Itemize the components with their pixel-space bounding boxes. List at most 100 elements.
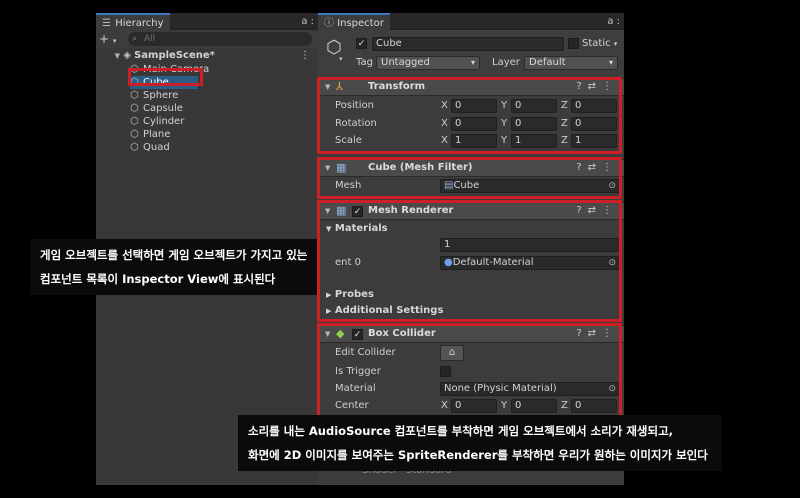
- component-buttons[interactable]: ?⇄⋮: [576, 79, 618, 95]
- center-y-field[interactable]: 0: [511, 399, 557, 413]
- center-z-field[interactable]: 0: [571, 399, 617, 413]
- grid-icon: ▦: [336, 161, 347, 174]
- list-item-label: Quad: [143, 142, 170, 153]
- chevron-down-icon: ▾: [112, 37, 117, 45]
- transform-x-field[interactable]: 0: [451, 117, 497, 131]
- edit-collider-label: Edit Collider: [335, 347, 396, 358]
- transform-z-field[interactable]: 1: [571, 134, 617, 148]
- active-checkbox[interactable]: ✓: [356, 38, 367, 49]
- cube-icon: ⬡: [130, 103, 139, 114]
- tab-hierarchy[interactable]: ☰ Hierarchy: [96, 13, 170, 30]
- hierarchy-search-input[interactable]: ⌕ All: [128, 32, 312, 46]
- cube-icon: ⬡: [130, 129, 139, 140]
- materials-section[interactable]: ▼ Materials: [326, 222, 388, 236]
- object-picker-icon[interactable]: ⊙: [608, 257, 616, 269]
- transform-row-label: Rotation: [335, 118, 377, 129]
- fold-icon[interactable]: ▼: [325, 79, 330, 95]
- materials-size-field[interactable]: 1: [440, 238, 620, 252]
- fold-icon[interactable]: ▼: [325, 203, 330, 219]
- material-icon: ●: [444, 257, 453, 268]
- list-item-label: Plane: [143, 129, 171, 140]
- component-buttons[interactable]: ?⇄⋮: [576, 203, 618, 219]
- box-collider-header[interactable]: ▼ ◆ ✓ Box Collider ?⇄⋮: [318, 325, 624, 343]
- static-checkbox[interactable]: [568, 38, 579, 49]
- transform-z-field[interactable]: 0: [571, 99, 617, 113]
- mesh-renderer-header[interactable]: ▼ ▦ ✓ Mesh Renderer ?⇄⋮: [318, 202, 624, 220]
- list-item[interactable]: ⬡ Plane: [130, 128, 310, 141]
- additional-settings-section[interactable]: ▶ Additional Settings: [326, 304, 443, 318]
- inspector-tab-menu[interactable]: a :: [607, 13, 620, 30]
- caption-bottom-line-1: 소리를 내는 AudioSource 컴포넌트를 부착하면 게임 오브젝트에서 …: [248, 424, 674, 438]
- list-item[interactable]: ⬡ Cylinder: [130, 115, 310, 128]
- search-placeholder: All: [144, 34, 156, 44]
- hierarchy-tab-menu[interactable]: a :: [301, 13, 314, 30]
- layer-dropdown[interactable]: Default ▾: [524, 56, 618, 70]
- transform-x-field[interactable]: 0: [451, 99, 497, 113]
- caption-top: 게임 오브젝트를 선택하면 게임 오브젝트가 가지고 있는 컴포넌트 목록이 I…: [30, 239, 318, 295]
- cube-icon: ⬡: [130, 90, 139, 101]
- object-picker-icon[interactable]: ⊙: [608, 180, 616, 192]
- fold-icon[interactable]: ▼: [96, 50, 120, 63]
- list-item[interactable]: ⬡ Main Camera: [130, 63, 310, 76]
- list-item-label: Cube: [143, 77, 169, 88]
- layer-label: Layer: [492, 57, 520, 68]
- list-item[interactable]: ⬡ Sphere: [130, 89, 310, 102]
- axis-z-label: Z: [561, 135, 568, 146]
- list-item[interactable]: ⬡ Cube: [130, 76, 198, 89]
- enabled-checkbox[interactable]: ✓: [352, 329, 363, 340]
- tab-inspector[interactable]: ⓘ Inspector: [318, 13, 390, 30]
- hierarchy-tabbar: ☰ Hierarchy a :: [96, 13, 318, 30]
- center-x-field[interactable]: 0: [451, 399, 497, 413]
- collider-cube-icon: ◆: [336, 327, 345, 340]
- probes-section[interactable]: ▶ Probes: [326, 288, 374, 302]
- inspector-tabbar: ⓘ Inspector a :: [318, 13, 624, 30]
- scene-menu-icon[interactable]: ⋮: [300, 49, 310, 62]
- list-item-label: Sphere: [143, 90, 179, 101]
- transform-title: Transform: [368, 81, 426, 92]
- is-trigger-checkbox[interactable]: [440, 366, 451, 377]
- caption-bottom-line-2: 화면에 2D 이미지를 보여주는 SpriteRenderer를 부착하면 우리…: [248, 448, 708, 462]
- axis-y-label: Y: [501, 400, 508, 411]
- enabled-checkbox[interactable]: ✓: [352, 206, 363, 217]
- scene-name: SampleScene*: [134, 50, 215, 61]
- transform-y-field[interactable]: 0: [511, 117, 557, 131]
- mesh-field[interactable]: ▤Cube ⊙: [440, 179, 620, 193]
- transform-header[interactable]: ▼ ⅄ Transform ?⇄⋮: [318, 78, 624, 96]
- caption-bottom: 소리를 내는 AudioSource 컴포넌트를 부착하면 게임 오브젝트에서 …: [238, 415, 722, 471]
- cube-icon: ⬡: [130, 116, 139, 127]
- list-item[interactable]: ⬡ Capsule: [130, 102, 310, 115]
- transform-row-label: Scale: [335, 135, 362, 146]
- transform-y-field[interactable]: 0: [511, 99, 557, 113]
- object-name-field[interactable]: Cube: [372, 37, 564, 51]
- list-item-label: Cylinder: [143, 116, 185, 127]
- element-0-field[interactable]: ●Default-Material ⊙: [440, 256, 620, 270]
- axis-z-label: Z: [561, 100, 568, 111]
- transform-x-field[interactable]: 1: [451, 134, 497, 148]
- transform-z-field[interactable]: 0: [571, 117, 617, 131]
- fold-icon[interactable]: ▼: [325, 326, 330, 342]
- list-item[interactable]: ⬡ Quad: [130, 141, 310, 154]
- scene-row[interactable]: ▼ ◈ SampleScene* ⋮: [96, 49, 318, 62]
- axis-y-label: Y: [501, 135, 508, 146]
- cube-icon: ⬡: [130, 64, 139, 75]
- fold-icon[interactable]: ▼: [325, 160, 330, 176]
- hierarchy-tab-label: Hierarchy: [115, 18, 164, 29]
- center-label: Center: [335, 400, 369, 411]
- add-object-button[interactable]: + ▾: [99, 31, 116, 49]
- inspector-tab-label: Inspector: [337, 18, 384, 29]
- grid-icon: ▦: [336, 204, 347, 217]
- object-picker-icon[interactable]: ⊙: [608, 383, 616, 395]
- axis-x-label: X: [441, 118, 448, 129]
- physic-material-field[interactable]: None (Physic Material) ⊙: [440, 382, 620, 396]
- component-buttons[interactable]: ?⇄⋮: [576, 326, 618, 342]
- transform-y-field[interactable]: 1: [511, 134, 557, 148]
- static-label[interactable]: Static ▾: [582, 37, 617, 51]
- tag-dropdown[interactable]: Untagged ▾: [376, 56, 480, 70]
- edit-collider-button[interactable]: ⌂: [440, 345, 464, 361]
- element-label: ent 0: [335, 257, 361, 268]
- component-buttons[interactable]: ?⇄⋮: [576, 160, 618, 176]
- cube-icon: ⬡: [130, 77, 139, 88]
- chevron-down-icon[interactable]: ▾: [339, 55, 343, 63]
- mesh-filter-header[interactable]: ▼ ▦ Cube (Mesh Filter) ?⇄⋮: [318, 159, 624, 177]
- tag-label: Tag: [356, 57, 373, 68]
